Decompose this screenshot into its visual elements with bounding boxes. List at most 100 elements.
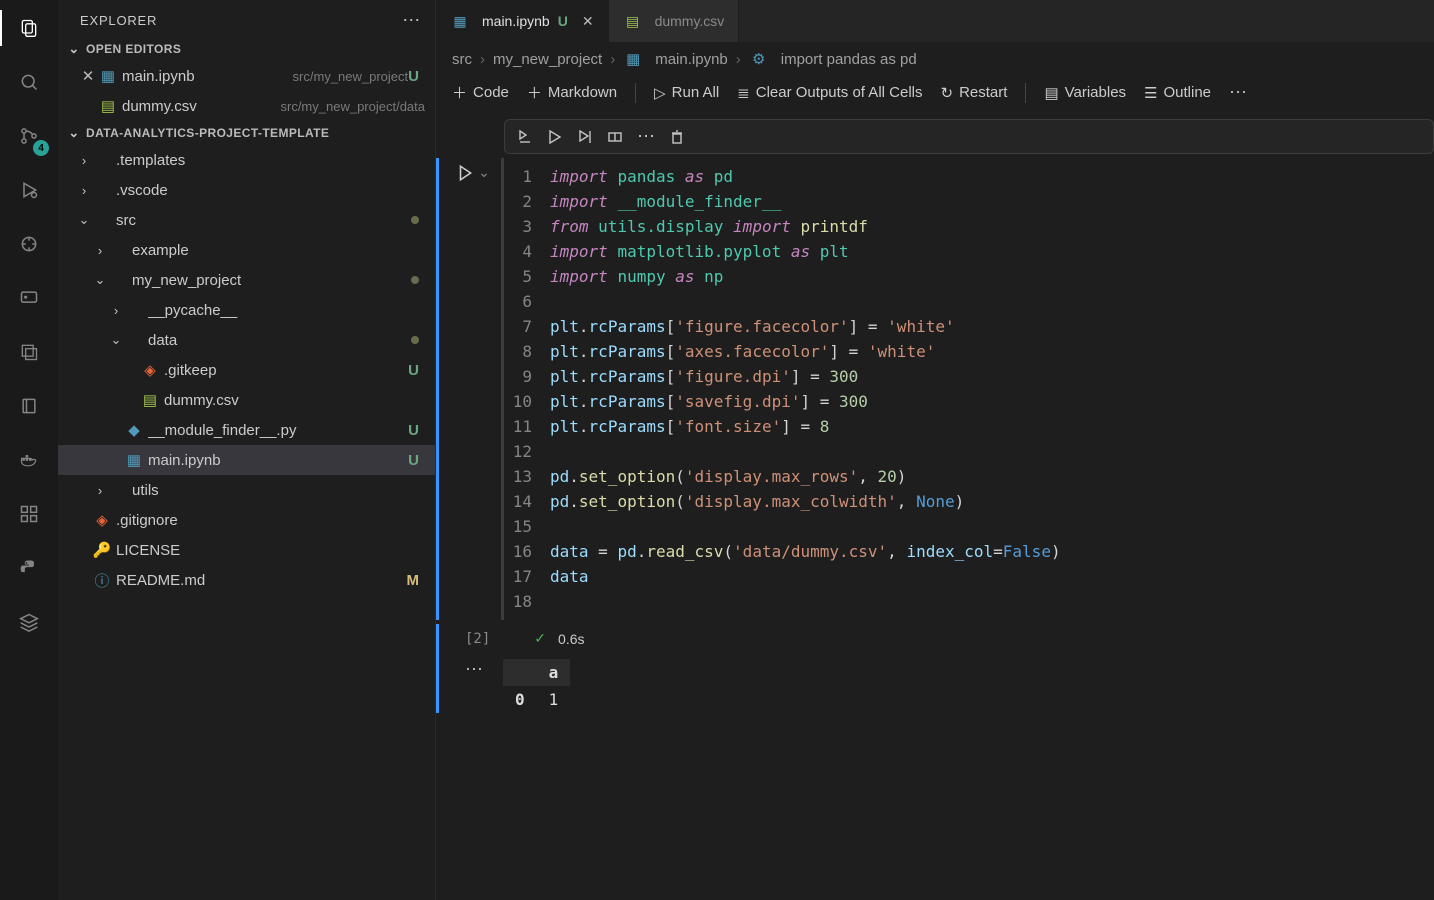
chevron-down-icon: ⌄ (66, 125, 82, 141)
remote-icon[interactable] (13, 282, 45, 314)
tree-item[interactable]: ›__pycache__ (58, 295, 435, 325)
csv-icon: ▤ (623, 13, 643, 30)
run-all-button[interactable]: ▷Run All (654, 84, 719, 102)
chevron-down-icon[interactable]: ⌄ (478, 164, 490, 181)
chevron-icon: › (92, 483, 108, 498)
add-code-button[interactable]: ＋Code (452, 82, 509, 103)
file-name: utils (132, 482, 425, 499)
extensions-icon[interactable] (13, 228, 45, 260)
search-icon[interactable] (13, 66, 45, 98)
notebook-icon: ▦ (450, 13, 470, 30)
book-icon[interactable] (13, 390, 45, 422)
file-name: .templates (116, 152, 425, 169)
more-icon[interactable]: ⋯ (1229, 82, 1247, 103)
tab-title: main.ipynb (482, 13, 550, 29)
close-icon[interactable]: ✕ (78, 67, 98, 85)
open-editors-header[interactable]: ⌄ OPEN EDITORS (58, 37, 435, 61)
tree-item[interactable]: ▦main.ipynbU (58, 445, 435, 475)
tree-item[interactable]: ›.templates (58, 145, 435, 175)
tree-item[interactable]: 🔑LICENSE (58, 535, 435, 565)
file-name: .gitkeep (164, 362, 408, 379)
delete-cell-icon[interactable] (669, 129, 685, 145)
py-icon: ◆ (124, 421, 144, 439)
tree-item[interactable]: ⓘREADME.mdM (58, 565, 435, 595)
chevron-icon: ⌄ (108, 332, 124, 348)
open-editor-item[interactable]: ✕ ▦ main.ipynb src/my_new_project U (58, 61, 435, 91)
execute-cell-icon[interactable] (547, 129, 563, 145)
close-tab-icon[interactable]: ✕ (582, 13, 594, 30)
notebook-icon: ▦ (623, 50, 643, 68)
scm-badge: 4 (33, 140, 49, 156)
editor-area: ▦main.ipynbU✕▤dummy.csv src› my_new_proj… (436, 0, 1434, 900)
more-icon[interactable]: ⋯ (402, 10, 421, 31)
layers-icon[interactable] (13, 606, 45, 638)
source-control-icon[interactable]: 4 (13, 120, 45, 152)
file-name: main.ipynb (122, 68, 287, 85)
outline-icon: ☰ (1144, 84, 1157, 102)
notebook-icon: ▦ (124, 451, 144, 469)
tree-item[interactable]: ⌄ data (58, 325, 435, 355)
code-editor[interactable]: 1import pandas as pd2import __module_fin… (510, 158, 1424, 620)
python-icon[interactable] (13, 552, 45, 584)
file-name: __module_finder__.py (148, 422, 408, 439)
tree-item[interactable]: ⌄my_new_project (58, 265, 435, 295)
project-header[interactable]: ⌄ DATA-ANALYTICS-PROJECT-TEMPLATE (58, 121, 435, 145)
csv-icon: ▤ (98, 97, 118, 115)
git-status: U (408, 452, 425, 469)
file-name: __pycache__ (148, 302, 425, 319)
breadcrumb[interactable]: src› my_new_project› ▦ main.ipynb› ⚙ imp… (436, 42, 1434, 76)
run-debug-icon[interactable] (13, 174, 45, 206)
open-editor-item[interactable]: ▤ dummy.csv src/my_new_project/data (58, 91, 435, 121)
split-cell-icon[interactable] (607, 129, 623, 145)
tree-item[interactable]: ›.vscode (58, 175, 435, 205)
chevron-icon: ⌄ (92, 272, 108, 288)
variables-button[interactable]: ▤Variables (1044, 84, 1126, 102)
csv-icon: ▤ (140, 391, 160, 409)
grid-icon[interactable] (13, 498, 45, 530)
outline-button[interactable]: ☰Outline (1144, 84, 1211, 102)
file-name: data (148, 332, 411, 349)
tree-item[interactable]: ◈.gitkeepU (58, 355, 435, 385)
notebook-toolbar: ＋Code ＋Markdown ▷Run All ≣Clear Outputs … (436, 76, 1434, 113)
git-status: U (408, 68, 425, 85)
git-icon: ◈ (92, 511, 112, 529)
tree-item[interactable]: ⌄src (58, 205, 435, 235)
run-by-line-icon[interactable] (517, 129, 533, 145)
git-status: U (408, 362, 425, 379)
explorer-title: EXPLORER (80, 13, 157, 28)
output-menu-icon[interactable]: ⋯ (465, 659, 483, 680)
tree-item[interactable]: ◆__module_finder__.pyU (58, 415, 435, 445)
modified-dot (411, 336, 419, 344)
tree-item[interactable]: ›example (58, 235, 435, 265)
cell-focus-indicator (436, 158, 439, 620)
code-cell: ⌄ 1import pandas as pd2import __module_f… (436, 154, 1434, 624)
cell-toolbar: ⋯ (504, 119, 1434, 154)
editor-tab[interactable]: ▦main.ipynbU✕ (436, 0, 609, 42)
chevron-icon: › (92, 243, 108, 258)
restart-button[interactable]: ↻Restart (941, 84, 1008, 102)
editor-tab[interactable]: ▤dummy.csv (609, 0, 740, 42)
python-symbol-icon: ⚙ (749, 50, 769, 68)
execute-below-icon[interactable] (577, 129, 593, 145)
restart-icon: ↻ (941, 84, 954, 102)
tree-item[interactable]: › utils (58, 475, 435, 505)
explorer-icon[interactable] (13, 12, 45, 44)
chevron-icon: ⌄ (76, 212, 92, 228)
modified-dot (411, 216, 419, 224)
clear-icon: ≣ (737, 84, 750, 102)
run-cell-button[interactable] (456, 164, 474, 185)
chevron-icon: › (76, 183, 92, 198)
explorer-sidebar: EXPLORER ⋯ ⌄ OPEN EDITORS ✕ ▦ main.ipynb… (58, 0, 436, 900)
output-table: a 01 (503, 659, 570, 713)
more-icon[interactable]: ⋯ (637, 126, 655, 147)
clear-outputs-button[interactable]: ≣Clear Outputs of All Cells (737, 84, 922, 102)
tree-item[interactable]: ◈.gitignore (58, 505, 435, 535)
file-name: dummy.csv (164, 392, 425, 409)
files-stack-icon[interactable] (13, 336, 45, 368)
execution-count: [2] (465, 631, 490, 647)
activity-bar: 4 (0, 0, 58, 900)
docker-icon[interactable] (13, 444, 45, 476)
tree-item[interactable]: ▤dummy.csv (58, 385, 435, 415)
file-path: src/my_new_project (293, 69, 409, 84)
add-markdown-button[interactable]: ＋Markdown (527, 82, 617, 103)
